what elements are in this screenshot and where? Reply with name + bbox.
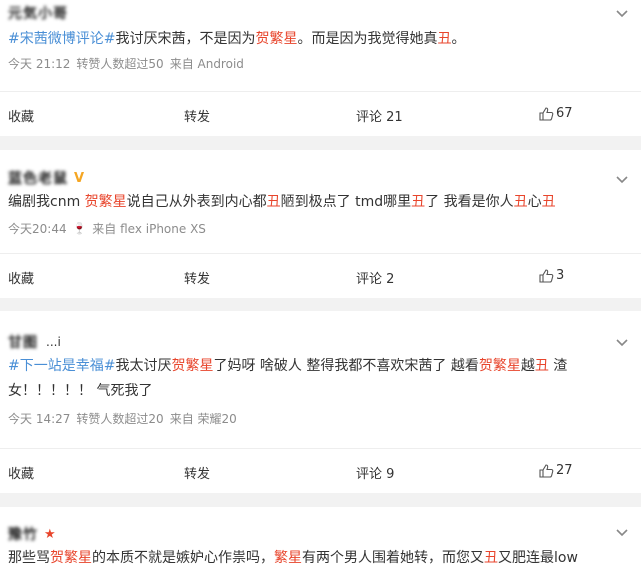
thumbs-up-icon (539, 268, 554, 283)
username[interactable]: 豫竹 (8, 524, 38, 544)
username[interactable]: 元気小哥 (8, 3, 68, 23)
comment-card: 元気小哥 #宋茜微博评论#我讨厌宋茜，不是因为贺繁星。而是因为我觉得她真丑。 今… (0, 0, 641, 136)
timestamp: 今天20:44 (8, 222, 67, 236)
action-bar: 收藏 转发 评论 21 67 (0, 91, 641, 136)
highlight-keyword: 丑 (484, 550, 498, 566)
comment-card: 豫竹 ★ 那些骂贺繁星的本质不就是嫉妒心作祟吗，繁星有两个男人围着她转，而您又丑… (0, 507, 641, 574)
chevron-down-icon[interactable] (615, 525, 629, 539)
text-segment: 陋到极点了 tmd哪里 (280, 194, 412, 210)
username[interactable]: 蓝色老鼠 (8, 168, 68, 188)
highlight-keyword: 丑 (437, 31, 452, 47)
chevron-down-icon[interactable] (615, 335, 629, 349)
highlight-keyword: 贺繁星 (84, 194, 127, 210)
text-segment: 我太讨厌 (115, 358, 172, 374)
favorite-button[interactable]: 收藏 (8, 268, 34, 287)
text-segment: 。 (451, 31, 466, 47)
comment-button[interactable]: 评论 9 (356, 463, 394, 482)
repost-button[interactable]: 转发 (184, 463, 210, 482)
thumbs-up-icon (539, 106, 554, 121)
text-segment: 了 我看是你人 (425, 194, 514, 210)
text-segment: 心 (527, 194, 542, 210)
repost-button[interactable]: 转发 (184, 106, 210, 125)
username-suffix: ...i (46, 335, 61, 349)
chevron-down-icon[interactable] (615, 172, 629, 186)
source: 来自 Android (169, 57, 244, 71)
comment-text: #宋茜微博评论#我讨厌宋茜，不是因为贺繁星。而是因为我觉得她真丑。 (8, 27, 621, 52)
username[interactable]: 甘图 (8, 332, 38, 352)
comment-header: 元気小哥 (8, 0, 68, 26)
highlight-keyword: 丑 (411, 194, 426, 210)
comment-card: 蓝色老鼠 V 编剧我cnm 贺繁星说自己从外表到内心都丑陋到极点了 tmd哪里丑… (0, 150, 641, 298)
text-segment: 。而是因为我觉得她真 (297, 31, 438, 47)
weibo-comment-feed: 元気小哥 #宋茜微博评论#我讨厌宋茜，不是因为贺繁星。而是因为我觉得她真丑。 今… (0, 0, 641, 574)
highlight-keyword: 贺繁星 (50, 550, 92, 566)
comment-meta: 今天 14:27 转赞人数超过20 来自 荣耀20 (8, 410, 237, 427)
comment-meta: 今天20:44 🍷 来自 flex iPhone XS (8, 220, 206, 237)
comment-button[interactable]: 评论 2 (356, 268, 394, 287)
comment-button[interactable]: 评论 21 (356, 106, 403, 125)
comment-text: 那些骂贺繁星的本质不就是嫉妒心作祟吗，繁星有两个男人围着她转，而您又丑又肥连最l… (8, 546, 637, 571)
timestamp: 今天 21:12 (8, 57, 71, 71)
text-segment: 我讨厌宋茜，不是因为 (115, 31, 256, 47)
hashtag-link[interactable]: #宋茜微博评论# (8, 31, 115, 47)
repost-button[interactable]: 转发 (184, 268, 210, 287)
comment-card: 甘图 ...i #下一站是幸福#我太讨厌贺繁星了妈呀 啥破人 整得我都不喜欢宋茜… (0, 311, 641, 493)
text-segment: 又肥连最low (498, 550, 578, 566)
source: 来自 flex iPhone XS (92, 222, 206, 236)
favorite-button[interactable]: 收藏 (8, 463, 34, 482)
text-segment: 了妈呀 啥破人 整得我都不喜欢宋茜了 越看 (213, 358, 479, 374)
highlight-keyword: 繁星 (274, 550, 302, 566)
text-segment: 有两个男人围着她转，而您又 (302, 550, 484, 566)
comment-text: #下一站是幸福#我太讨厌贺繁星了妈呀 啥破人 整得我都不喜欢宋茜了 越看贺繁星越… (8, 354, 621, 404)
text-segment: 说自己从外表到内心都 (126, 194, 267, 210)
source: 来自 荣耀20 (169, 412, 237, 426)
highlight-keyword: 丑 (541, 194, 556, 210)
like-button[interactable]: 67 (539, 106, 573, 121)
highlight-keyword: 贺繁星 (478, 358, 521, 374)
repost-count-note: 转赞人数超过50 (76, 57, 164, 71)
favorite-button[interactable]: 收藏 (8, 106, 34, 125)
like-button[interactable]: 27 (539, 463, 573, 478)
highlight-keyword: 贺繁星 (255, 31, 298, 47)
comment-text: 编剧我cnm 贺繁星说自己从外表到内心都丑陋到极点了 tmd哪里丑了 我看是你人… (8, 190, 621, 215)
comment-header: 豫竹 ★ (8, 521, 56, 547)
comment-header: 蓝色老鼠 V (8, 165, 84, 191)
highlight-keyword: 丑 (266, 194, 281, 210)
timestamp: 今天 14:27 (8, 412, 71, 426)
comment-meta: 今天 21:12 转赞人数超过50 来自 Android (8, 55, 244, 72)
highlight-keyword: 丑 (534, 358, 549, 374)
repost-count-note: 转赞人数超过20 (76, 412, 164, 426)
chevron-down-icon[interactable] (615, 6, 629, 20)
like-count: 27 (556, 463, 573, 478)
text-segment: 编剧我cnm (8, 194, 85, 210)
highlight-keyword: 贺繁星 (171, 358, 214, 374)
comment-header: 甘图 ...i (8, 329, 61, 355)
action-bar: 收藏 转发 评论 9 27 (0, 448, 641, 493)
hashtag-link[interactable]: #下一站是幸福# (8, 358, 115, 374)
like-count: 3 (556, 268, 565, 283)
text-segment: 越 (520, 358, 535, 374)
like-button[interactable]: 3 (539, 268, 564, 283)
text-segment: 那些骂 (8, 550, 50, 566)
like-count: 67 (556, 106, 573, 121)
highlight-keyword: 丑 (513, 194, 528, 210)
action-bar: 收藏 转发 评论 2 3 (0, 253, 641, 298)
phone-icon: 🍷 (72, 222, 87, 235)
star-badge: ★ (44, 526, 56, 542)
text-segment: 的本质不就是嫉妒心作祟吗， (92, 550, 274, 566)
thumbs-up-icon (539, 463, 554, 478)
verified-badge: V (74, 170, 85, 186)
